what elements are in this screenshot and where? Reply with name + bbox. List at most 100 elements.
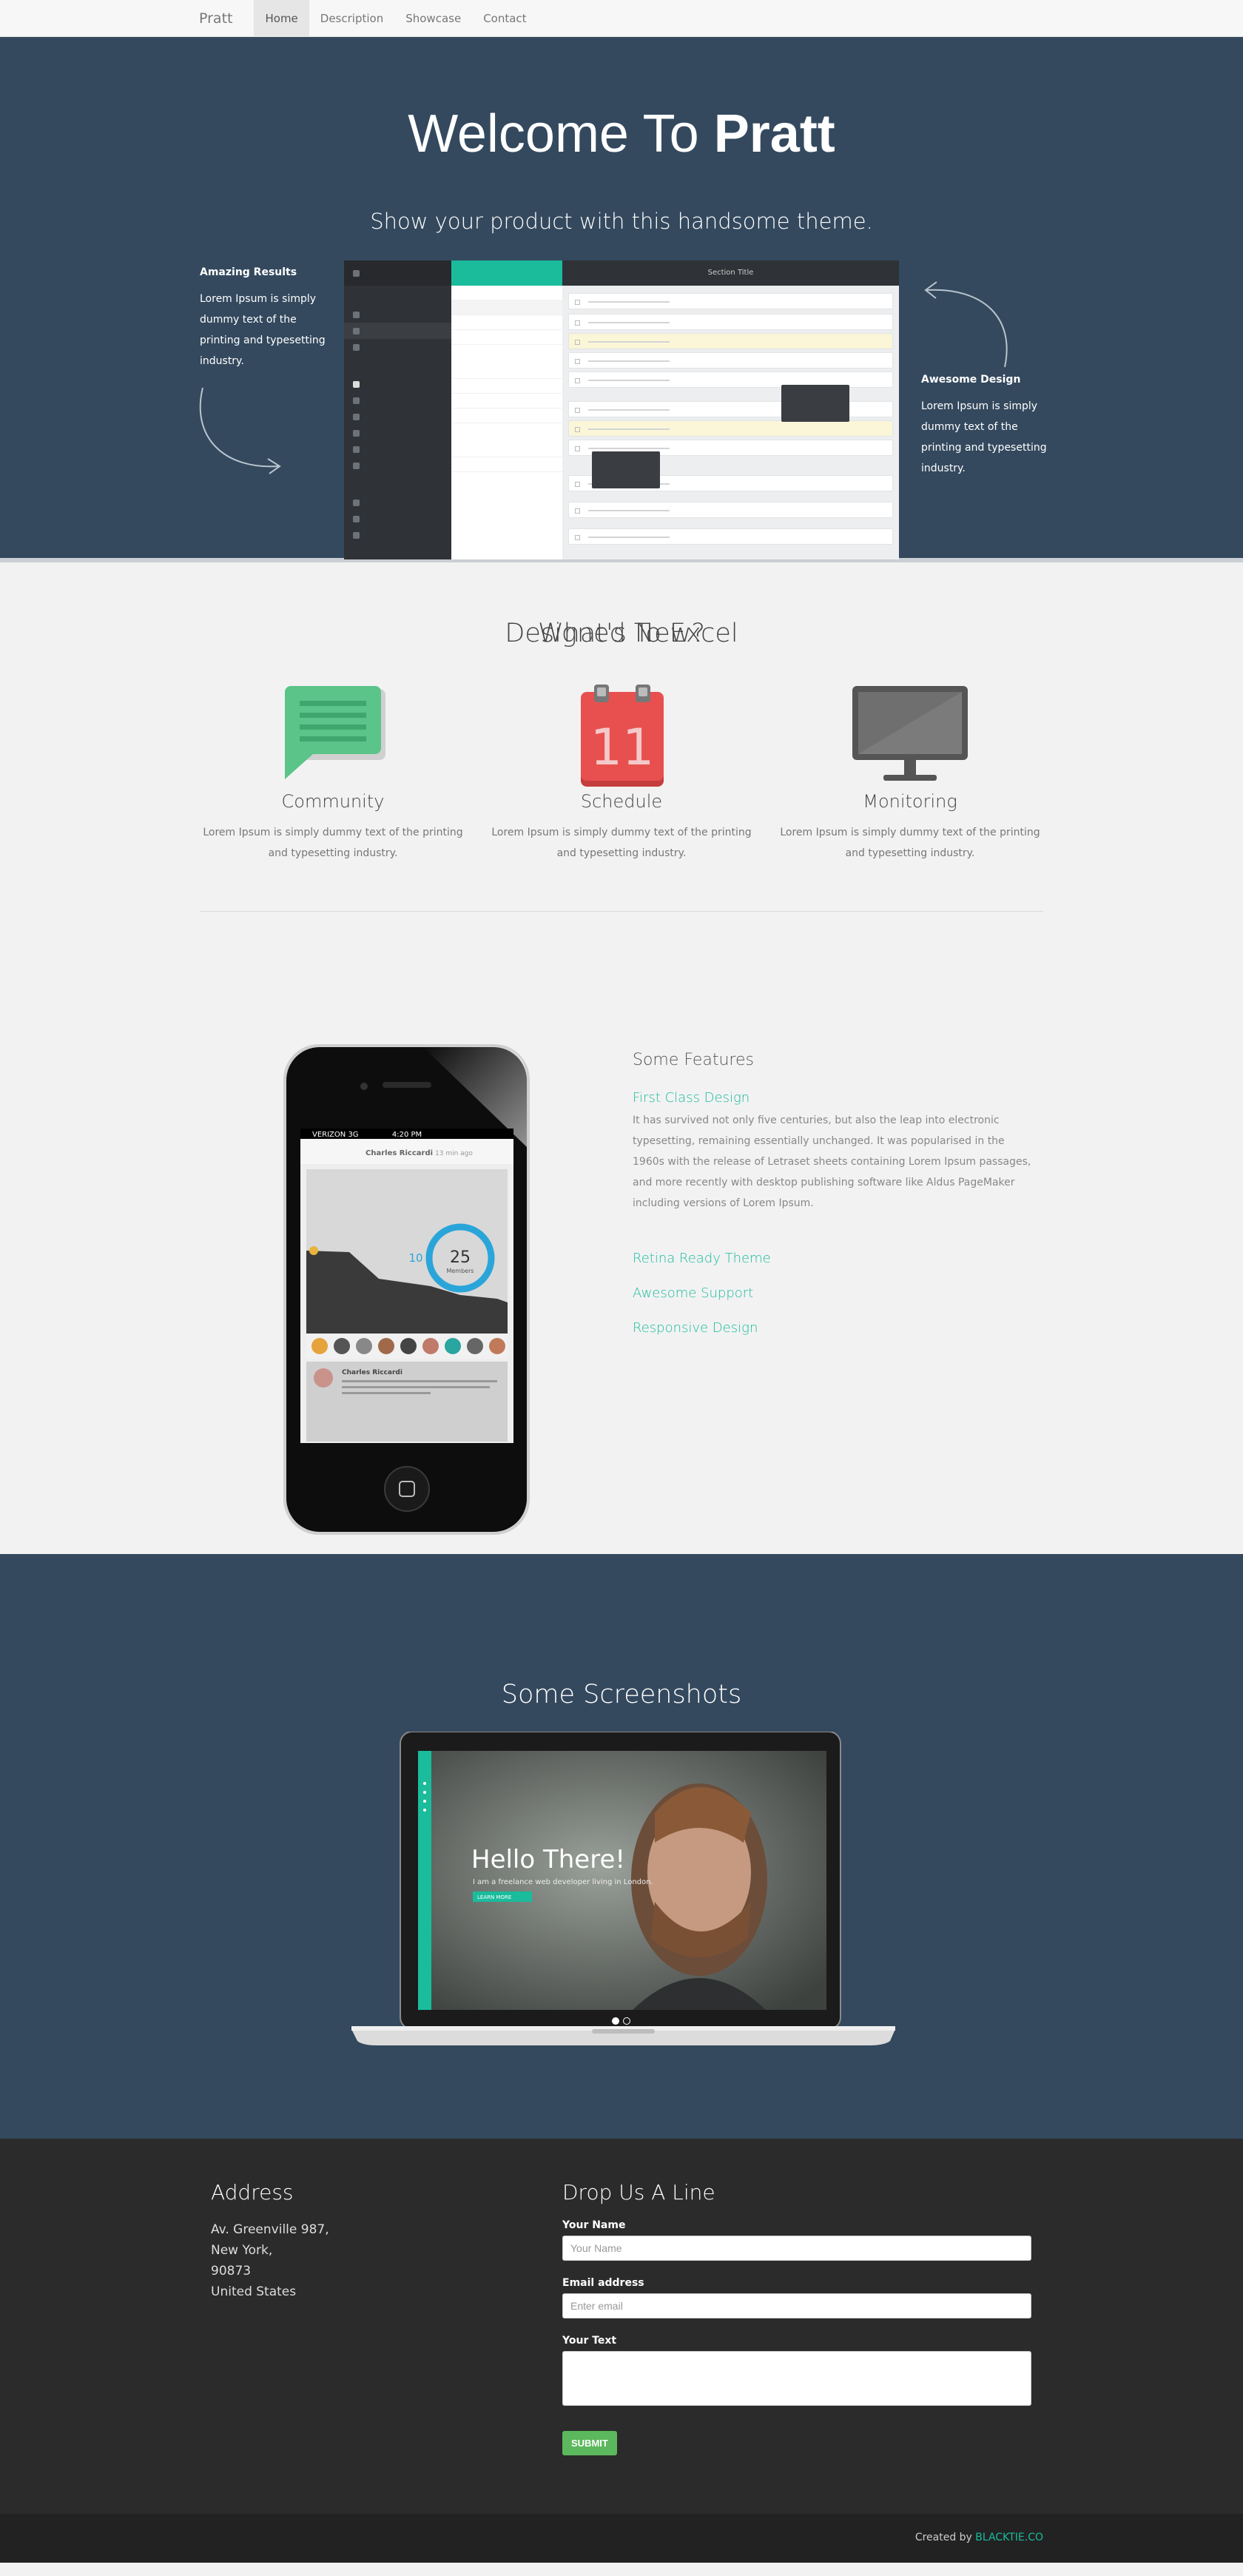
name-label: Your Name bbox=[562, 2219, 626, 2231]
email-label: Email address bbox=[562, 2277, 644, 2289]
features-section: Designed To Excel Community Lorem Ipsum … bbox=[0, 562, 1243, 1554]
features-list: Some Features First Class Design It has … bbox=[633, 1051, 1032, 1355]
name-field[interactable] bbox=[562, 2236, 1031, 2261]
email-field[interactable] bbox=[562, 2293, 1031, 2318]
feature-link-support[interactable]: Awesome Support bbox=[633, 1285, 1032, 1301]
text-label: Your Text bbox=[562, 2335, 617, 2347]
address-line: United States bbox=[211, 2284, 297, 2299]
feature-icon-box: 11 bbox=[485, 685, 758, 788]
app-preview-screenshot: Section Title bbox=[344, 260, 899, 559]
feature-text: Lorem Ipsum is simply dummy text of the … bbox=[203, 827, 463, 859]
preview-task-row bbox=[568, 293, 893, 309]
hero-right-paragraph: Lorem Ipsum is simply dummy text of the … bbox=[921, 400, 1047, 474]
hero-right-text: Awesome Design Lorem Ipsum is simply dum… bbox=[921, 374, 1051, 479]
phone-header-ago: 13 min ago bbox=[435, 1150, 473, 1157]
preview-sidebar bbox=[344, 260, 451, 559]
nav-home[interactable]: Home bbox=[254, 0, 309, 37]
preview-list-section bbox=[451, 428, 562, 443]
preview-task-row bbox=[568, 420, 893, 437]
carousel-dot-active[interactable] bbox=[612, 2017, 619, 2025]
nav-description[interactable]: Description bbox=[309, 0, 394, 37]
hero-left-text: Amazing Results Lorem Ipsum is simply du… bbox=[200, 266, 329, 371]
hero-left-heading: Amazing Results bbox=[200, 266, 297, 278]
preview-sidebar-row bbox=[344, 527, 451, 543]
preview-sidebar-row bbox=[344, 511, 451, 527]
preview-sidebar-caption bbox=[344, 296, 451, 306]
feature-title: Schedule bbox=[580, 791, 663, 812]
nav-showcase[interactable]: Showcase bbox=[394, 0, 472, 37]
feature-title: Monitoring bbox=[863, 791, 957, 812]
preview-list-row bbox=[451, 379, 562, 394]
phone-time: 4:20 PM bbox=[392, 1131, 422, 1139]
preview-sidebar-row bbox=[344, 425, 451, 441]
preview-dropdown bbox=[592, 451, 660, 488]
phone-gauge-value: 25 bbox=[450, 1248, 471, 1267]
preview-list-row bbox=[451, 330, 562, 345]
preview-list-row bbox=[451, 315, 562, 330]
phone-header-name: Charles Riccardi bbox=[366, 1149, 433, 1157]
preview-sidebar-row bbox=[344, 306, 451, 323]
phone-gauge-label: Members bbox=[446, 1268, 474, 1274]
carousel-dot[interactable] bbox=[623, 2017, 630, 2025]
section-divider bbox=[200, 911, 1043, 912]
contact-form: Drop Us A Line Your Name Email address Y… bbox=[562, 2180, 1031, 2455]
preview-list-row bbox=[451, 394, 562, 408]
feature-community: Community Lorem Ipsum is simply dummy te… bbox=[196, 685, 470, 864]
phone-side-value: 10 bbox=[408, 1251, 422, 1265]
preview-list-panel bbox=[451, 260, 562, 559]
phone-comment-name: Charles Riccardi bbox=[342, 1369, 402, 1376]
calendar-day-number: 11 bbox=[590, 719, 655, 777]
contact-form-title: Drop Us A Line bbox=[562, 2180, 715, 2205]
laptop-hello-heading: Hello There! bbox=[471, 1845, 625, 1874]
phone-mockup: VERIZON 3G 4:20 PM Charles Riccardi 13 m… bbox=[283, 1043, 530, 1538]
hero-subtitle: Show your product with this handsome the… bbox=[370, 209, 873, 234]
preview-sidebar-row bbox=[344, 408, 451, 425]
brand-logo[interactable]: Pratt bbox=[189, 0, 243, 37]
preview-list-row bbox=[451, 443, 562, 457]
monitor-icon bbox=[852, 686, 968, 781]
feature-description: It has survived not only five centuries,… bbox=[633, 1114, 1031, 1209]
message-textarea[interactable] bbox=[562, 2351, 1031, 2406]
nav-contact[interactable]: Contact bbox=[472, 0, 537, 37]
preview-list-header bbox=[451, 260, 562, 286]
phone-device: VERIZON 3G 4:20 PM Charles Riccardi 13 m… bbox=[283, 1044, 530, 1535]
whats-new-title: What's New? bbox=[538, 619, 705, 648]
laptop-cta-label: LEARN MORE bbox=[477, 1894, 511, 1900]
navbar: Pratt Home Description Showcase Contact bbox=[0, 0, 1243, 37]
feature-text: Lorem Ipsum is simply dummy text of the … bbox=[491, 827, 752, 859]
preview-task-row bbox=[568, 314, 893, 330]
chat-bubble-icon bbox=[285, 686, 385, 779]
feature-link-first-class-design[interactable]: First Class Design bbox=[633, 1090, 1032, 1106]
preview-sidebar-row bbox=[344, 494, 451, 511]
feature-link-retina[interactable]: Retina Ready Theme bbox=[633, 1251, 1032, 1266]
laptop-tagline: I am a freelance web developer living in… bbox=[473, 1878, 653, 1886]
hero-right-heading: Awesome Design bbox=[921, 374, 1021, 386]
preview-main-panel: Section Title bbox=[562, 260, 899, 559]
preview-sidebar-row bbox=[344, 376, 451, 392]
address-title: Address bbox=[211, 2180, 294, 2205]
preview-sidebar-caption bbox=[344, 484, 451, 494]
footer: Address Av. Greenville 987, New York, 90… bbox=[0, 2139, 1243, 2514]
hero-title-light: Welcome To bbox=[408, 104, 714, 164]
preview-sidebar-row bbox=[344, 260, 451, 286]
credit-link[interactable]: BLACKTIE.CO bbox=[975, 2532, 1043, 2543]
feature-link-responsive[interactable]: Responsive Design bbox=[633, 1320, 1032, 1336]
preview-dropdown bbox=[781, 385, 849, 422]
preview-sidebar-row bbox=[344, 339, 451, 355]
submit-button[interactable]: SUBMIT bbox=[562, 2431, 617, 2455]
curved-arrow-right-icon bbox=[924, 281, 1008, 368]
preview-section-title: Section Title bbox=[562, 260, 899, 286]
calendar-icon: 11 bbox=[581, 685, 664, 787]
preview-task-row bbox=[568, 352, 893, 369]
feature-icon-box bbox=[773, 685, 1047, 788]
feature-schedule: 11 Schedule Lorem Ipsum is simply dummy … bbox=[485, 685, 758, 864]
preview-task-row bbox=[568, 528, 893, 545]
preview-list-row bbox=[451, 364, 562, 379]
preview-list-section bbox=[451, 349, 562, 364]
bottom-bar: Created by BLACKTIE.CO bbox=[0, 2514, 1243, 2563]
address-line: Av. Greenville 987, bbox=[211, 2222, 329, 2237]
features-heading: Some Features bbox=[633, 1051, 754, 1069]
preview-sidebar-row bbox=[344, 323, 451, 339]
laptop-mockup: Hello There! I am a freelance web develo… bbox=[351, 1731, 895, 2053]
feature-icon-box bbox=[196, 685, 470, 788]
